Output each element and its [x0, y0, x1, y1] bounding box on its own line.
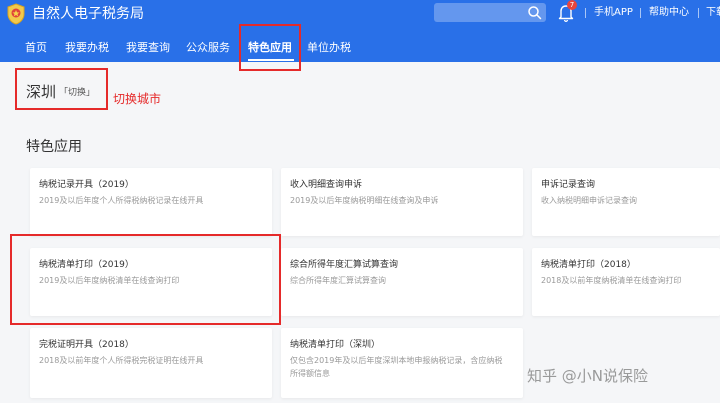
card-title: 纳税清单打印（深圳） [290, 340, 381, 350]
card-tax-list-print-shenzhen[interactable]: 纳税清单打印（深圳） 仅包含2019年及以后年度深圳本地申报纳税记录，含应纳税所… [281, 328, 523, 398]
section-title: 特色应用 [26, 139, 82, 155]
search-input[interactable] [434, 3, 534, 22]
search-icon[interactable] [527, 5, 542, 20]
card-annual-settlement-query[interactable]: 综合所得年度汇算试算查询 综合所得年度汇算试算查询 [281, 248, 523, 316]
zhihu-watermark: 知乎 @小Ν说保险 [527, 367, 648, 385]
card-appeal-record-query[interactable]: 申诉记录查询 收入纳税明细申诉记录查询 [532, 168, 720, 236]
card-desc: 仅包含2019年及以后年度深圳本地申报纳税记录，含应纳税所得额信息 [290, 356, 503, 378]
nav-home[interactable]: 首页 [25, 38, 47, 58]
card-desc: 收入纳税明细申诉记录查询 [541, 196, 637, 205]
card-title: 申诉记录查询 [541, 180, 596, 190]
annotation-label: 切换城市 [113, 92, 162, 106]
card-title: 完税证明开具（2018） [39, 340, 134, 350]
card-title: 综合所得年度汇算试算查询 [290, 260, 399, 270]
nav-tax-handling[interactable]: 我要办税 [65, 38, 109, 58]
header-divider [698, 8, 699, 18]
card-title: 纳税记录开具（2019） [39, 180, 134, 190]
card-desc: 2019及以后年度个人所得税纳税记录在线开具 [39, 196, 204, 205]
card-desc: 综合所得年度汇算试算查询 [290, 276, 386, 285]
card-tax-record-2019[interactable]: 纳税记录开具（2019） 2019及以后年度个人所得税纳税记录在线开具 [30, 168, 272, 236]
notification-badge: 7 [567, 0, 577, 10]
tax-emblem-logo [7, 3, 25, 25]
card-desc: 2019及以后年度纳税明细在线查询及申诉 [290, 196, 439, 205]
highlight-box-card [10, 234, 281, 325]
header-divider [585, 8, 586, 18]
help-center-link[interactable]: 帮助中心 [649, 4, 689, 22]
app-title: 自然人电子税务局 [32, 6, 144, 22]
card-tax-list-print-2018[interactable]: 纳税清单打印（2018） 2018及以前年度纳税清单在线查询打印 [532, 248, 720, 316]
mobile-app-link[interactable]: 手机APP [594, 4, 633, 22]
card-title: 纳税清单打印（2018） [541, 260, 636, 270]
city-name: 深圳 [26, 83, 57, 101]
download-link[interactable]: 下载 [706, 4, 720, 22]
card-title: 收入明细查询申诉 [290, 180, 363, 190]
card-income-detail-appeal[interactable]: 收入明细查询申诉 2019及以后年度纳税明细在线查询及申诉 [281, 168, 523, 236]
highlight-box-nav [239, 24, 301, 71]
top-header: 自然人电子税务局 7 手机APP 帮助中心 下载 首页 我要办税 我要查询 公众… [0, 0, 720, 62]
nav-query[interactable]: 我要查询 [126, 38, 170, 58]
nav-public-service[interactable]: 公众服务 [186, 38, 230, 58]
card-desc: 2018及以前年度纳税清单在线查询打印 [541, 276, 682, 285]
city-switch-link[interactable]: 「切换」 [59, 86, 95, 100]
notification-bell[interactable]: 7 [556, 0, 577, 24]
card-desc: 2018及以前年度个人所得税完税证明在线开具 [39, 356, 204, 365]
nav-corporate-tax[interactable]: 单位办税 [307, 38, 351, 58]
card-tax-certificate-2018[interactable]: 完税证明开具（2018） 2018及以前年度个人所得税完税证明在线开具 [30, 328, 272, 398]
header-divider [640, 8, 641, 18]
search-box[interactable] [434, 3, 546, 22]
